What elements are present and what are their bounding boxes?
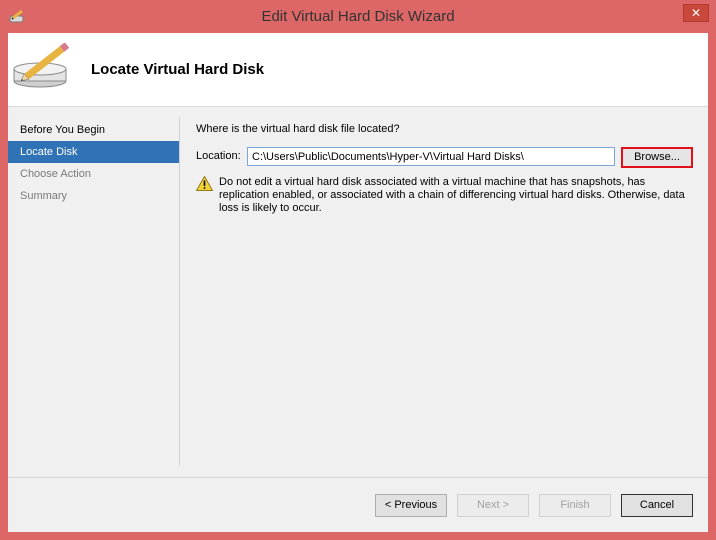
wizard-window: Edit Virtual Hard Disk Wizard ✕ Locate V… <box>0 0 716 540</box>
browse-button[interactable]: Browse... <box>621 147 693 168</box>
title-bar[interactable]: Edit Virtual Hard Disk Wizard ✕ <box>0 0 716 33</box>
step-before-you-begin[interactable]: Before You Begin <box>8 119 180 141</box>
cancel-button[interactable]: Cancel <box>621 494 693 517</box>
location-label: Location: <box>196 150 241 162</box>
next-button: Next > <box>457 494 529 517</box>
page-title: Locate Virtual Hard Disk <box>91 61 265 78</box>
step-choose-action: Choose Action <box>20 168 91 180</box>
footer-divider <box>8 477 708 478</box>
window-title: Edit Virtual Hard Disk Wizard <box>261 8 455 25</box>
disk-pencil-icon <box>12 42 74 91</box>
wizard-header: Locate Virtual Hard Disk <box>8 33 708 107</box>
step-summary: Summary <box>20 190 68 202</box>
location-question: Where is the virtual hard disk file loca… <box>196 123 400 135</box>
warning-icon <box>195 175 214 191</box>
previous-button[interactable]: < Previous <box>375 494 447 517</box>
location-input[interactable] <box>247 147 615 166</box>
close-icon: ✕ <box>690 6 702 20</box>
step-locate-disk[interactable]: Locate Disk <box>8 141 180 163</box>
wizard-steps: Before You Begin Locate Disk Choose Acti… <box>8 119 180 207</box>
sidebar-divider <box>179 117 180 465</box>
wizard-body: Locate Virtual Hard Disk Before You Begi… <box>8 33 708 532</box>
warning-text: Do not edit a virtual hard disk associat… <box>219 176 685 214</box>
finish-button: Finish <box>539 494 611 517</box>
close-button[interactable]: ✕ <box>683 4 709 22</box>
